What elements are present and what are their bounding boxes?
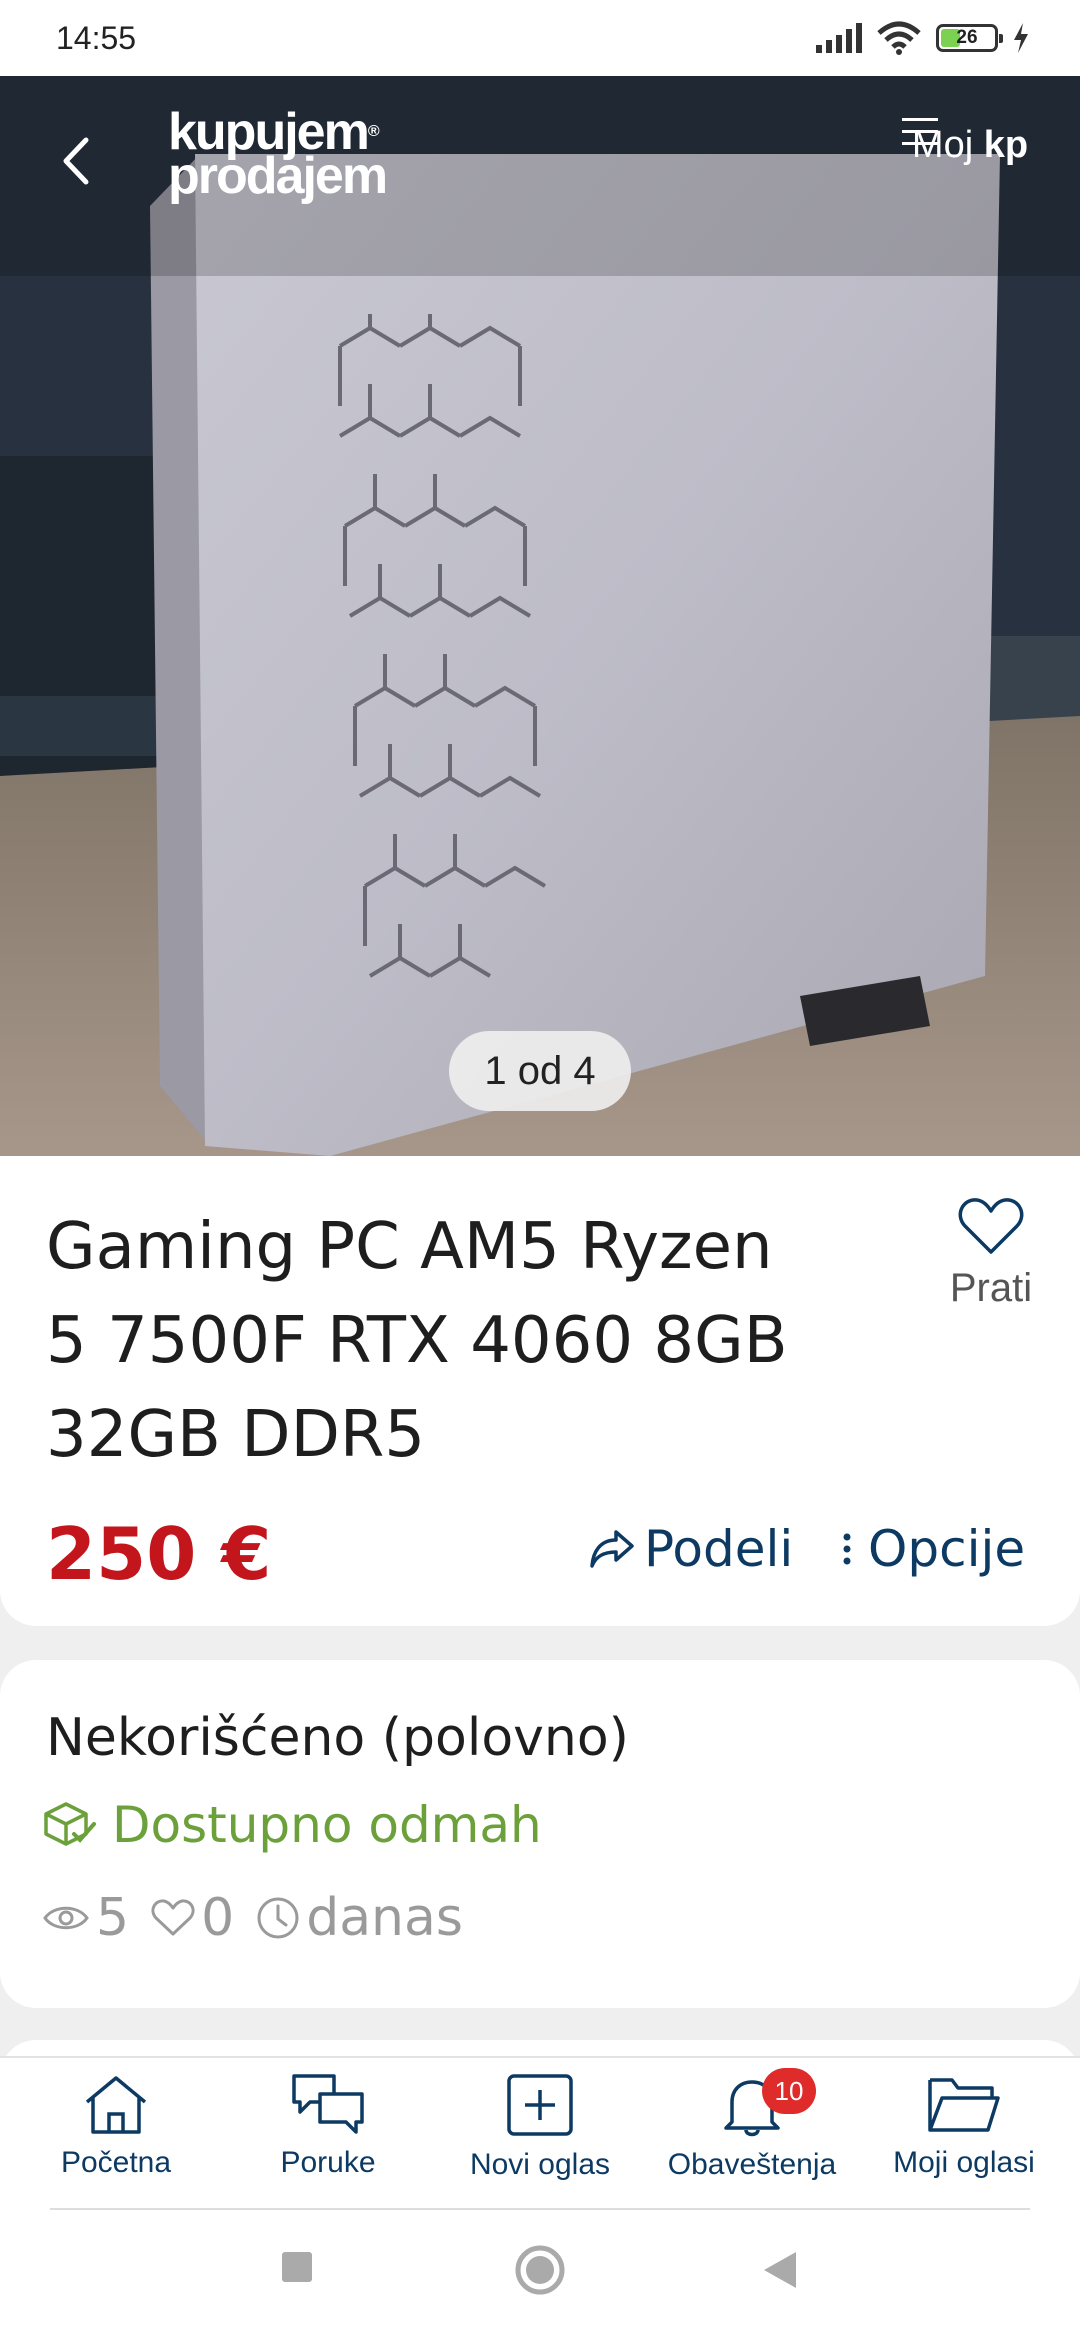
- battery-percent: 26: [956, 27, 978, 48]
- wifi-icon: [877, 21, 921, 55]
- availability-label: Dostupno odmah: [112, 1796, 542, 1854]
- listing-image-gallery[interactable]: kupujem® prodajem Moj kp 1 od 4: [0, 76, 1080, 1156]
- kupujem-prodajem-logo[interactable]: kupujem® prodajem: [168, 106, 388, 205]
- likes-count: 0: [201, 1888, 235, 1948]
- nav-item-home[interactable]: Početna: [10, 2058, 222, 2210]
- battery-icon: 26: [936, 24, 1003, 52]
- nav-item-messages[interactable]: Poruke: [222, 2058, 434, 2210]
- listing-price: 250 €: [46, 1512, 272, 1596]
- back-triangle-icon[interactable]: [762, 2250, 798, 2290]
- likes-stat: 0: [151, 1888, 234, 1948]
- listing-stats: 5 0 danas: [42, 1888, 485, 1948]
- folder-icon: [928, 2078, 1000, 2132]
- share-label: Podeli: [644, 1520, 794, 1578]
- heart-outline-icon: [151, 1899, 195, 1936]
- listing-info-card: Nekorišćeno (polovno) Dostupno odmah 5 0: [0, 1660, 1080, 2008]
- status-time: 14:55: [56, 19, 137, 56]
- follow-button[interactable]: Prati: [938, 1196, 1044, 1311]
- share-button[interactable]: Podeli: [588, 1520, 793, 1578]
- signal-icon: [816, 23, 862, 53]
- listing-title: Gaming PC AM5 Ryzen 5 7500F RTX 4060 8GB…: [46, 1210, 788, 1472]
- status-bar: 14:55 26: [0, 0, 1080, 76]
- condition-text: Nekorišćeno (polovno): [46, 1708, 629, 1768]
- posted-stat: danas: [256, 1888, 463, 1948]
- system-navigation-bar: [0, 2210, 1080, 2340]
- nav-label-new-listing: Novi oglas: [469, 2148, 611, 2181]
- charging-icon: [1014, 23, 1028, 53]
- hamburger-menu-icon: [902, 118, 938, 145]
- package-check-icon: [44, 1802, 96, 1846]
- recents-icon[interactable]: [280, 2250, 314, 2284]
- options-button[interactable]: Opcije: [842, 1520, 1025, 1578]
- add-listing-icon: [507, 2074, 573, 2136]
- heart-icon: [958, 1198, 1024, 1254]
- notification-badge: 10: [762, 2068, 816, 2114]
- nav-label-notifications: Obaveštenja: [667, 2148, 837, 2181]
- nav-label-messages: Poruke: [280, 2146, 376, 2179]
- more-vertical-icon: [843, 1533, 851, 1565]
- gallery-counter: 1 od 4: [449, 1031, 631, 1111]
- moj-kp-menu-button[interactable]: Moj kp: [900, 116, 1040, 167]
- nav-item-notifications[interactable]: 10 Obaveštenja: [646, 2058, 858, 2210]
- messages-icon: [292, 2074, 364, 2134]
- home-icon: [85, 2076, 147, 2134]
- nav-label-my-listings: Moji oglasi: [893, 2146, 1035, 2179]
- listing-title-card: Gaming PC AM5 Ryzen 5 7500F RTX 4060 8GB…: [0, 1156, 1080, 1626]
- clock-icon: [257, 1897, 299, 1939]
- listing-photo-pc-case: [0, 76, 1080, 1156]
- options-label: Opcije: [868, 1520, 1026, 1578]
- views-stat: 5: [42, 1888, 129, 1948]
- logo-registered-mark: ®: [367, 123, 380, 140]
- availability-status: Dostupno odmah: [42, 1796, 542, 1854]
- back-button[interactable]: [60, 136, 110, 206]
- eye-icon: [43, 1906, 89, 1930]
- follow-label: Prati: [949, 1266, 1033, 1310]
- logo-line2: prodajem: [168, 147, 388, 205]
- posted-date: danas: [306, 1888, 463, 1948]
- views-count: 5: [96, 1888, 130, 1948]
- nav-item-my-listings[interactable]: Moji oglasi: [858, 2058, 1070, 2210]
- bottom-navigation: Početna Poruke Novi oglas 10 Obaveštenja…: [0, 2056, 1080, 2210]
- nav-label-home: Početna: [60, 2146, 172, 2179]
- menu-label-brand: kp: [983, 124, 1029, 166]
- nav-item-new-listing[interactable]: Novi oglas: [434, 2058, 646, 2210]
- home-circle-icon[interactable]: [514, 2244, 566, 2296]
- chevron-left-icon: [63, 137, 89, 185]
- status-icons: 26: [814, 21, 1030, 55]
- share-icon: [590, 1530, 634, 1568]
